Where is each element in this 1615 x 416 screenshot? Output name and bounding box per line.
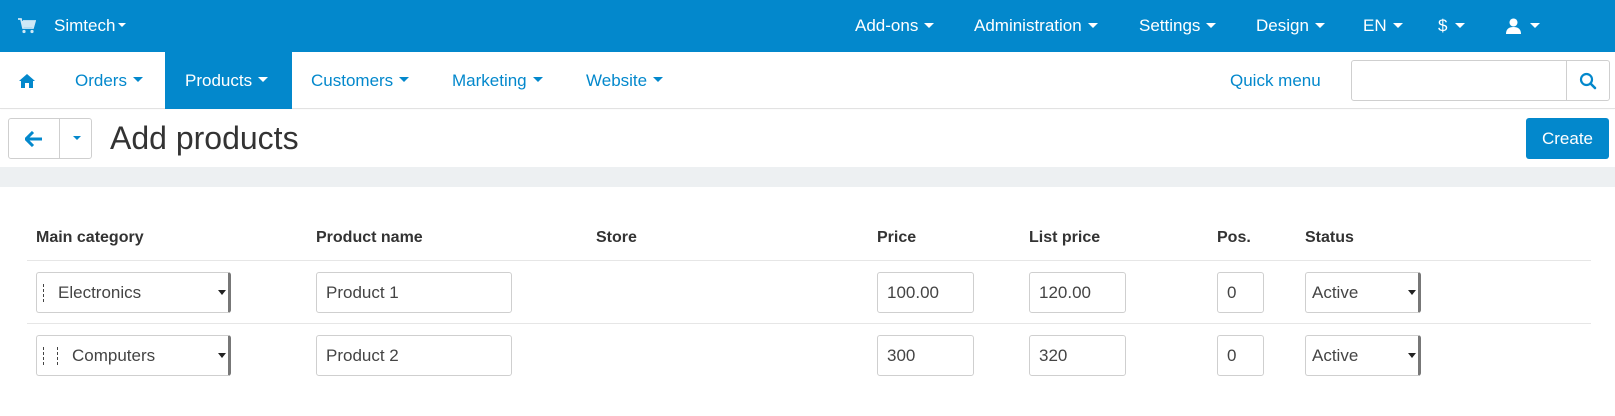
nav-marketing-label: Marketing bbox=[452, 70, 527, 90]
quick-menu-link[interactable]: Quick menu bbox=[1230, 52, 1321, 109]
nav-marketing[interactable]: Marketing bbox=[452, 52, 543, 109]
menu-design-label: Design bbox=[1256, 16, 1309, 35]
chevron-down-icon bbox=[118, 23, 127, 27]
status-value: Active bbox=[1312, 345, 1359, 365]
menu-design[interactable]: Design bbox=[1256, 0, 1325, 52]
chevron-down-icon bbox=[1087, 22, 1098, 28]
create-button[interactable]: Create bbox=[1526, 118, 1609, 159]
col-header-store: Store bbox=[596, 229, 637, 246]
chevron-down-icon bbox=[1408, 290, 1416, 295]
nav-customers[interactable]: Customers bbox=[311, 52, 410, 109]
nav-orders[interactable]: Orders bbox=[75, 52, 143, 109]
chevron-down-icon bbox=[532, 77, 543, 82]
nav-products[interactable]: Products bbox=[165, 52, 292, 109]
price-input[interactable]: 100.00 bbox=[877, 272, 974, 313]
header-divider bbox=[27, 260, 1591, 261]
chevron-down-icon bbox=[132, 77, 143, 82]
menu-language[interactable]: EN bbox=[1363, 0, 1403, 52]
status-value: Active bbox=[1312, 282, 1359, 302]
title-bar: Add products Create bbox=[0, 110, 1615, 167]
search-button[interactable] bbox=[1566, 61, 1609, 100]
menu-addons[interactable]: Add-ons bbox=[855, 0, 935, 52]
category-select[interactable]: Electronics bbox=[36, 272, 231, 313]
position-input[interactable]: 0 bbox=[1217, 335, 1264, 376]
store-name: Simtech bbox=[54, 16, 116, 35]
nav-products-label: Products bbox=[185, 70, 253, 90]
menu-language-label: EN bbox=[1363, 16, 1387, 35]
menu-currency-label: $ bbox=[1438, 16, 1448, 35]
menu-administration-label: Administration bbox=[974, 16, 1082, 35]
main-nav: Orders Products Customers Marketing Webs… bbox=[0, 52, 1615, 109]
row-divider bbox=[27, 323, 1591, 324]
chevron-down-icon bbox=[218, 290, 226, 295]
store-switcher[interactable]: Simtech bbox=[54, 0, 127, 52]
menu-currency[interactable]: $ bbox=[1438, 0, 1466, 52]
menu-settings[interactable]: Settings bbox=[1139, 0, 1217, 52]
col-header-status: Status bbox=[1305, 229, 1354, 246]
chevron-down-icon bbox=[1206, 22, 1217, 28]
products-table: Main category Product name Store Price L… bbox=[0, 187, 1615, 416]
menu-administration[interactable]: Administration bbox=[974, 0, 1098, 52]
page-title: Add products bbox=[110, 120, 299, 156]
product-name-input[interactable]: Product 1 bbox=[316, 272, 512, 313]
list-price-input[interactable]: 320 bbox=[1029, 335, 1126, 376]
menu-addons-label: Add-ons bbox=[855, 16, 919, 35]
col-header-position: Pos. bbox=[1217, 229, 1251, 246]
home-icon[interactable] bbox=[18, 52, 36, 109]
chevron-down-icon bbox=[1455, 22, 1466, 28]
nav-website[interactable]: Website bbox=[586, 52, 664, 109]
product-name-input[interactable]: Product 2 bbox=[316, 335, 512, 376]
arrow-left-icon bbox=[25, 130, 42, 147]
search-input[interactable] bbox=[1351, 60, 1610, 101]
chevron-down-icon bbox=[399, 77, 410, 82]
cart-icon[interactable] bbox=[18, 0, 36, 52]
list-price-input[interactable]: 120.00 bbox=[1029, 272, 1126, 313]
back-button-group bbox=[8, 118, 92, 159]
col-header-price: Price bbox=[877, 229, 917, 246]
nav-customers-label: Customers bbox=[311, 70, 394, 90]
user-menu[interactable] bbox=[1506, 0, 1540, 52]
chevron-down-icon bbox=[1530, 22, 1540, 28]
chevron-down-icon bbox=[73, 135, 81, 140]
status-select[interactable]: Active bbox=[1305, 335, 1421, 376]
nav-orders-label: Orders bbox=[75, 70, 127, 90]
category-value: Electronics bbox=[58, 282, 142, 302]
top-bar: Simtech Add-ons Administration Settings … bbox=[0, 0, 1615, 52]
search-icon bbox=[1579, 72, 1597, 89]
chevron-down-icon bbox=[924, 22, 935, 28]
chevron-down-icon bbox=[258, 77, 269, 82]
user-icon bbox=[1506, 18, 1521, 34]
tree-indent-marker bbox=[43, 283, 44, 302]
nav-website-label: Website bbox=[586, 70, 648, 90]
position-input[interactable]: 0 bbox=[1217, 272, 1264, 313]
col-header-product-name: Product name bbox=[316, 229, 423, 246]
chevron-down-icon bbox=[1392, 22, 1403, 28]
tree-indent-marker bbox=[43, 346, 44, 365]
back-dropdown-button[interactable] bbox=[60, 119, 91, 158]
tree-indent-marker bbox=[57, 346, 58, 365]
category-select[interactable]: Computers bbox=[36, 335, 231, 376]
category-value: Computers bbox=[72, 345, 156, 365]
content-divider bbox=[0, 167, 1615, 187]
chevron-down-icon bbox=[218, 353, 226, 358]
price-input[interactable]: 300 bbox=[877, 335, 974, 376]
status-select[interactable]: Active bbox=[1305, 272, 1421, 313]
col-header-list-price: List price bbox=[1029, 229, 1101, 246]
chevron-down-icon bbox=[1408, 353, 1416, 358]
chevron-down-icon bbox=[1314, 22, 1325, 28]
back-button[interactable] bbox=[9, 119, 60, 158]
menu-settings-label: Settings bbox=[1139, 16, 1201, 35]
chevron-down-icon bbox=[653, 77, 664, 82]
col-header-main-category: Main category bbox=[36, 229, 144, 246]
